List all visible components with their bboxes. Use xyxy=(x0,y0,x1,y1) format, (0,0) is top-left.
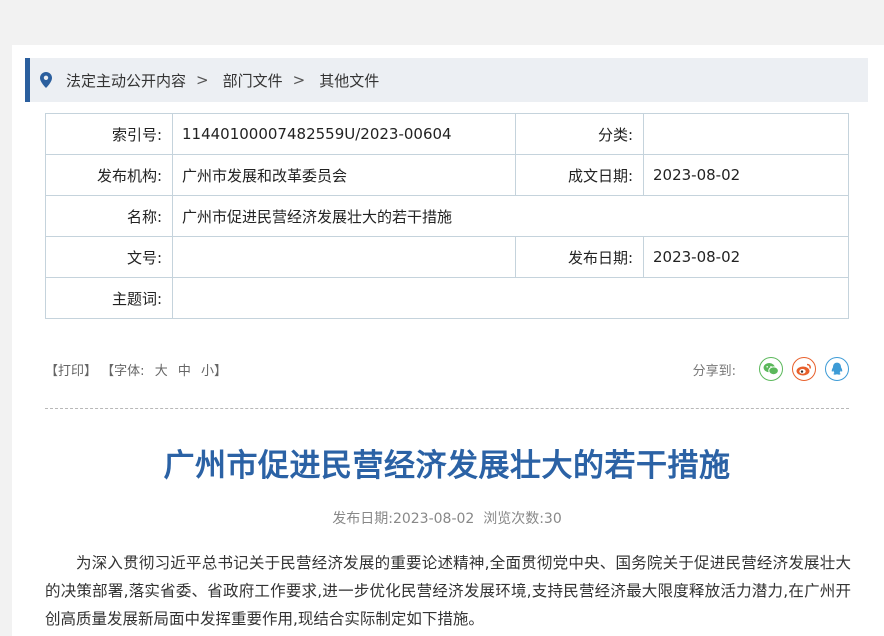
publish-date-label: 发布日期: xyxy=(515,236,644,278)
breadcrumb: 法定主动公开内容 > 部门文件 > 其他文件 xyxy=(25,58,868,102)
breadcrumb-item-public-content[interactable]: 法定主动公开内容 xyxy=(66,70,186,91)
table-row: 主题词: xyxy=(45,277,849,319)
article-paragraph: 为深入贯彻习近平总书记关于民营经济发展的重要论述精神,全面贯彻党中央、国务院关于… xyxy=(45,554,851,628)
document-metadata-table: 索引号: 11440100007482559U/2023-00604 分类: 发… xyxy=(45,113,849,319)
table-row: 发布机构: 广州市发展和改革委员会 成文日期: 2023-08-02 xyxy=(45,154,849,196)
weibo-icon xyxy=(796,363,811,376)
font-large-button[interactable]: 大 xyxy=(155,364,168,379)
category-value xyxy=(643,113,849,155)
breadcrumb-item-department-docs[interactable]: 部门文件 xyxy=(223,70,283,91)
doc-number-value xyxy=(172,236,516,278)
written-date-value: 2023-08-02 xyxy=(643,154,849,196)
publisher-value: 广州市发展和改革委员会 xyxy=(172,154,516,196)
written-date-label: 成文日期: xyxy=(515,154,644,196)
article-tools: 【打印】 【字体: 大 中 小】 xyxy=(45,360,227,379)
location-pin-icon xyxy=(40,72,52,88)
article-title: 广州市促进民营经济发展壮大的若干措施 xyxy=(163,448,731,484)
article-toolbar: 【打印】 【字体: 大 中 小】 分享到: xyxy=(45,357,849,381)
share-label: 分享到: xyxy=(692,363,736,379)
category-label: 分类: xyxy=(515,113,644,155)
index-number-value: 11440100007482559U/2023-00604 xyxy=(172,113,516,155)
table-row: 文号: 发布日期: 2023-08-02 xyxy=(45,236,849,278)
article-info: 发布日期:2023-08-02 浏览次数:30 xyxy=(332,511,562,527)
section-divider xyxy=(45,408,849,409)
keywords-value xyxy=(172,277,849,319)
chevron-right-icon: > xyxy=(196,71,209,89)
breadcrumb-item-other-docs[interactable]: 其他文件 xyxy=(319,70,379,91)
share-bar: 分享到: xyxy=(693,357,849,381)
font-medium-button[interactable]: 中 xyxy=(178,364,191,379)
wechat-share-button[interactable] xyxy=(759,357,783,381)
wechat-icon xyxy=(763,363,779,376)
name-label: 名称: xyxy=(45,195,173,237)
weibo-share-button[interactable] xyxy=(792,357,816,381)
font-small-button[interactable]: 小】 xyxy=(201,364,227,379)
chevron-right-icon: > xyxy=(292,71,306,89)
print-button[interactable]: 【打印】 xyxy=(45,364,97,379)
font-size-control: 【字体: 大 中 小】 xyxy=(101,364,227,379)
font-size-label: 【字体: xyxy=(101,364,145,379)
page-container: 法定主动公开内容 > 部门文件 > 其他文件 索引号: 114401000074… xyxy=(12,45,884,636)
qq-share-button[interactable] xyxy=(825,357,849,381)
publisher-label: 发布机构: xyxy=(45,154,173,196)
qq-icon xyxy=(831,362,843,375)
doc-number-label: 文号: xyxy=(45,236,173,278)
table-row: 索引号: 11440100007482559U/2023-00604 分类: xyxy=(45,113,849,155)
keywords-label: 主题词: xyxy=(45,277,173,319)
index-number-label: 索引号: xyxy=(45,113,173,155)
name-value: 广州市促进民营经济发展壮大的若干措施 xyxy=(172,195,849,237)
publish-date-value: 2023-08-02 xyxy=(643,236,849,278)
table-row: 名称: 广州市促进民营经济发展壮大的若干措施 xyxy=(45,195,849,237)
